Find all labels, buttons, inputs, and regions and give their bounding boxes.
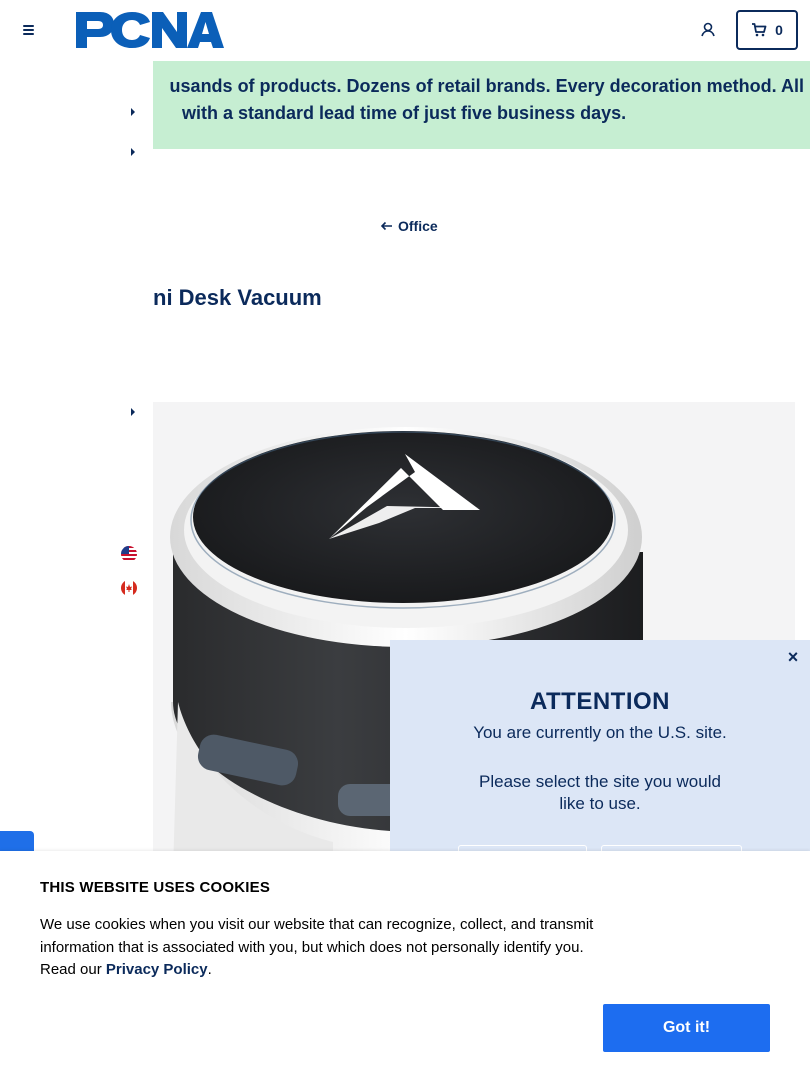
- page: 0 usands of products. Dozens of retail b…: [0, 0, 810, 1080]
- cookie-title: THIS WEBSITE USES COOKIES: [40, 879, 271, 896]
- site-header: 0: [0, 0, 810, 61]
- accept-cookies-button[interactable]: Got it!: [603, 1004, 770, 1052]
- canada-flag-icon[interactable]: [121, 580, 137, 596]
- hamburger-menu-icon[interactable]: [17, 18, 41, 42]
- modal-title: ATTENTION: [529, 688, 671, 715]
- caret-right-icon[interactable]: [130, 107, 136, 117]
- modal-instruction-line-2: like to use.: [559, 794, 641, 813]
- caret-right-icon[interactable]: [130, 407, 136, 417]
- product-title: ni Desk Vacuum: [153, 285, 322, 310]
- site-selector-modal: [390, 640, 810, 880]
- close-icon[interactable]: ×: [784, 648, 802, 666]
- cookie-text: We use cookies when you visit our websit…: [40, 914, 600, 982]
- modal-instruction-line-1: Please select the site you would: [479, 772, 721, 791]
- breadcrumb-label: Office: [398, 218, 438, 234]
- cookie-banner: THIS WEBSITE USES COOKIES We use cookies…: [0, 851, 810, 1080]
- breadcrumb-back-link[interactable]: Office: [380, 217, 438, 235]
- us-flag-icon[interactable]: [121, 546, 137, 562]
- banner-line-1: usands of products. Dozens of retail bra…: [169, 76, 804, 96]
- promo-banner: usands of products. Dozens of retail bra…: [153, 61, 810, 149]
- modal-current-site-text: You are currently on the U.S. site.: [473, 723, 727, 742]
- cart-icon: [752, 23, 767, 37]
- cookie-period: .: [207, 961, 212, 978]
- arrow-left-icon: [380, 221, 392, 231]
- cart-button[interactable]: 0: [736, 10, 798, 50]
- pcna-logo[interactable]: [76, 10, 224, 50]
- user-icon[interactable]: [696, 18, 720, 42]
- caret-right-icon[interactable]: [130, 147, 136, 157]
- privacy-policy-link[interactable]: Privacy Policy: [106, 961, 208, 978]
- banner-line-2: with a standard lead time of just five b…: [182, 103, 627, 123]
- cart-count: 0: [775, 22, 783, 38]
